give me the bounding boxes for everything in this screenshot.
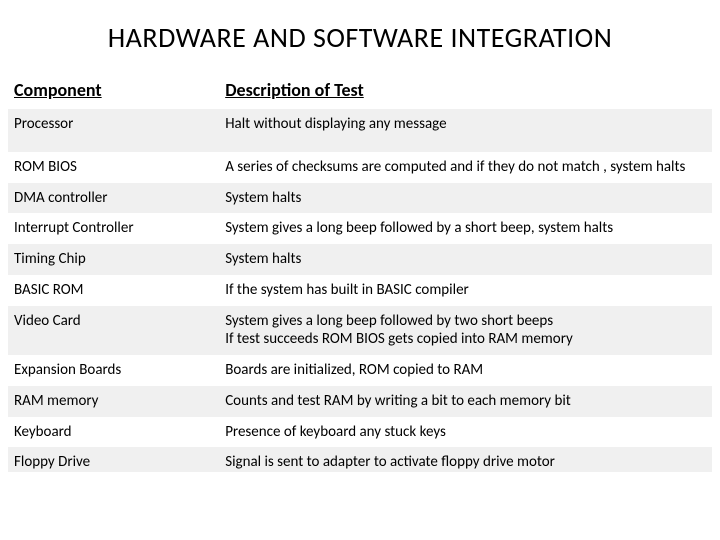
cell-component: ROM BIOS [8,152,219,183]
cell-component: Keyboard [8,417,219,448]
table-row: Interrupt Controller System gives a long… [8,213,712,244]
cell-component: Processor [8,109,219,152]
cell-component: BASIC ROM [8,275,219,306]
cell-component: Timing Chip [8,244,219,275]
table-row: Timing Chip System halts [8,244,712,275]
cell-description: A series of checksums are computed and i… [219,152,712,183]
cell-description: System gives a long beep followed by a s… [219,213,712,244]
cell-description: System gives a long beep followed by two… [219,306,712,356]
cell-component: RAM memory [8,386,219,417]
cell-description: Presence of keyboard any stuck keys [219,417,712,448]
cell-component: Expansion Boards [8,355,219,386]
table-row: Video Card System gives a long beep foll… [8,306,712,356]
table-row: Processor Halt without displaying any me… [8,109,712,152]
cell-description: Signal is sent to adapter to activate fl… [219,447,712,472]
cell-description: Halt without displaying any message [219,109,712,152]
cell-description: System halts [219,183,712,214]
table-row: Floppy Drive Signal is sent to adapter t… [8,447,712,472]
cell-description: Counts and test RAM by writing a bit to … [219,386,712,417]
header-description: Description of Test [219,73,712,109]
cell-description: Boards are initialized, ROM copied to RA… [219,355,712,386]
cell-component: Interrupt Controller [8,213,219,244]
header-component: Component [8,73,219,109]
table-row: BASIC ROM If the system has built in BAS… [8,275,712,306]
cell-description: If the system has built in BASIC compile… [219,275,712,306]
cell-component: Video Card [8,306,219,356]
cell-description: System halts [219,244,712,275]
table-row: Keyboard Presence of keyboard any stuck … [8,417,712,448]
cell-component: DMA controller [8,183,219,214]
cell-component: Floppy Drive [8,447,219,472]
page-title: HARDWARE AND SOFTWARE INTEGRATION [8,20,712,55]
table-row: ROM BIOS A series of checksums are compu… [8,152,712,183]
integration-table: Component Description of Test Processor … [8,73,712,472]
table-row: RAM memory Counts and test RAM by writin… [8,386,712,417]
table-header-row: Component Description of Test [8,73,712,109]
table-row: DMA controller System halts [8,183,712,214]
table-row: Expansion Boards Boards are initialized,… [8,355,712,386]
